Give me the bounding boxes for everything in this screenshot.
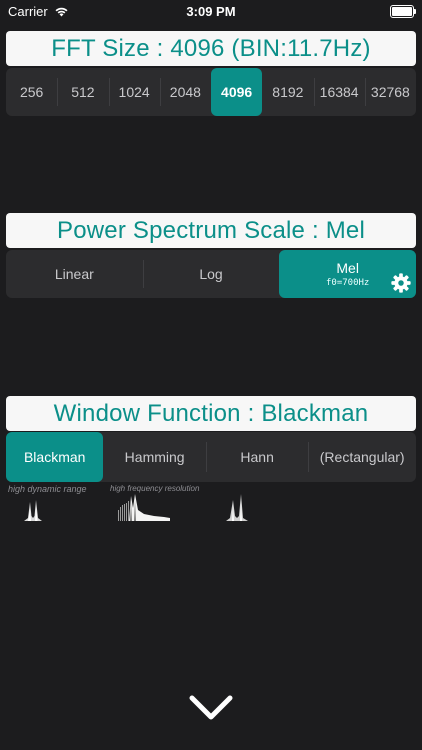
power-scale-title: Power Spectrum Scale : Mel — [6, 213, 416, 248]
window-option-rectangular[interactable]: (Rectangular) — [308, 432, 416, 482]
hamming-spectrum-icon — [118, 494, 170, 521]
fft-option-4096[interactable]: 4096 — [211, 68, 263, 116]
fft-option-2048[interactable]: 2048 — [159, 68, 211, 116]
fft-option-8192[interactable]: 8192 — [262, 68, 313, 116]
fft-option-256[interactable]: 256 — [6, 68, 57, 116]
fft-option-512[interactable]: 512 — [57, 68, 108, 116]
scale-option-linear[interactable]: Linear — [6, 250, 143, 298]
chevron-down-icon[interactable] — [188, 694, 234, 722]
hann-spectrum-icon — [226, 494, 248, 521]
mel-f0-label: f0=700Hz — [326, 278, 370, 288]
window-option-hann[interactable]: Hann — [205, 432, 309, 482]
gear-icon[interactable] — [390, 272, 412, 294]
scale-option-mel-label: Mel — [336, 260, 359, 276]
power-scale-selector[interactable]: Linear Log Mel f0=700Hz — [6, 250, 417, 298]
window-function-title: Window Function : Blackman — [6, 396, 416, 431]
fft-size-title: FFT Size : 4096 (BIN:11.7Hz) — [6, 31, 416, 66]
fft-option-32768[interactable]: 32768 — [364, 68, 416, 116]
status-bar: Carrier 3:09 PM — [0, 0, 422, 24]
window-option-hamming[interactable]: Hamming — [103, 432, 206, 482]
window-function-selector[interactable]: Blackman Hamming Hann (Rectangular) — [6, 432, 416, 482]
blackman-spectrum-icon — [24, 500, 42, 521]
caption-high-dynamic-range: high dynamic range — [8, 484, 87, 494]
battery-icon — [390, 5, 416, 18]
window-option-blackman[interactable]: Blackman — [6, 432, 104, 482]
scale-option-log[interactable]: Log — [142, 250, 280, 298]
fft-size-selector[interactable]: 256 512 1024 2048 4096 8192 16384 32768 — [6, 68, 416, 116]
fft-option-16384[interactable]: 16384 — [313, 68, 365, 116]
status-time: 3:09 PM — [186, 4, 236, 19]
fft-option-1024[interactable]: 1024 — [108, 68, 160, 116]
